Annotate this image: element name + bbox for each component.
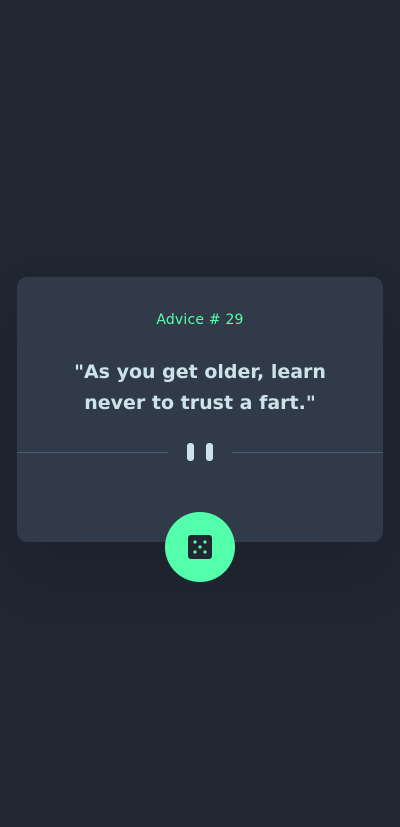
divider-line-right — [232, 452, 383, 453]
divider-line-left — [17, 452, 168, 453]
pause-bar-right — [206, 443, 213, 461]
advice-quote: "As you get older, learn never to trust … — [74, 361, 326, 414]
page: Advice # 29 "As you get older, learn nev… — [0, 0, 400, 827]
dice-button[interactable] — [165, 512, 235, 582]
pause-bar-left — [187, 443, 194, 461]
advice-card: Advice # 29 "As you get older, learn nev… — [17, 277, 383, 582]
advice-id: Advice # 29 — [156, 312, 244, 328]
divider — [17, 440, 383, 464]
pause-icon — [187, 443, 213, 461]
